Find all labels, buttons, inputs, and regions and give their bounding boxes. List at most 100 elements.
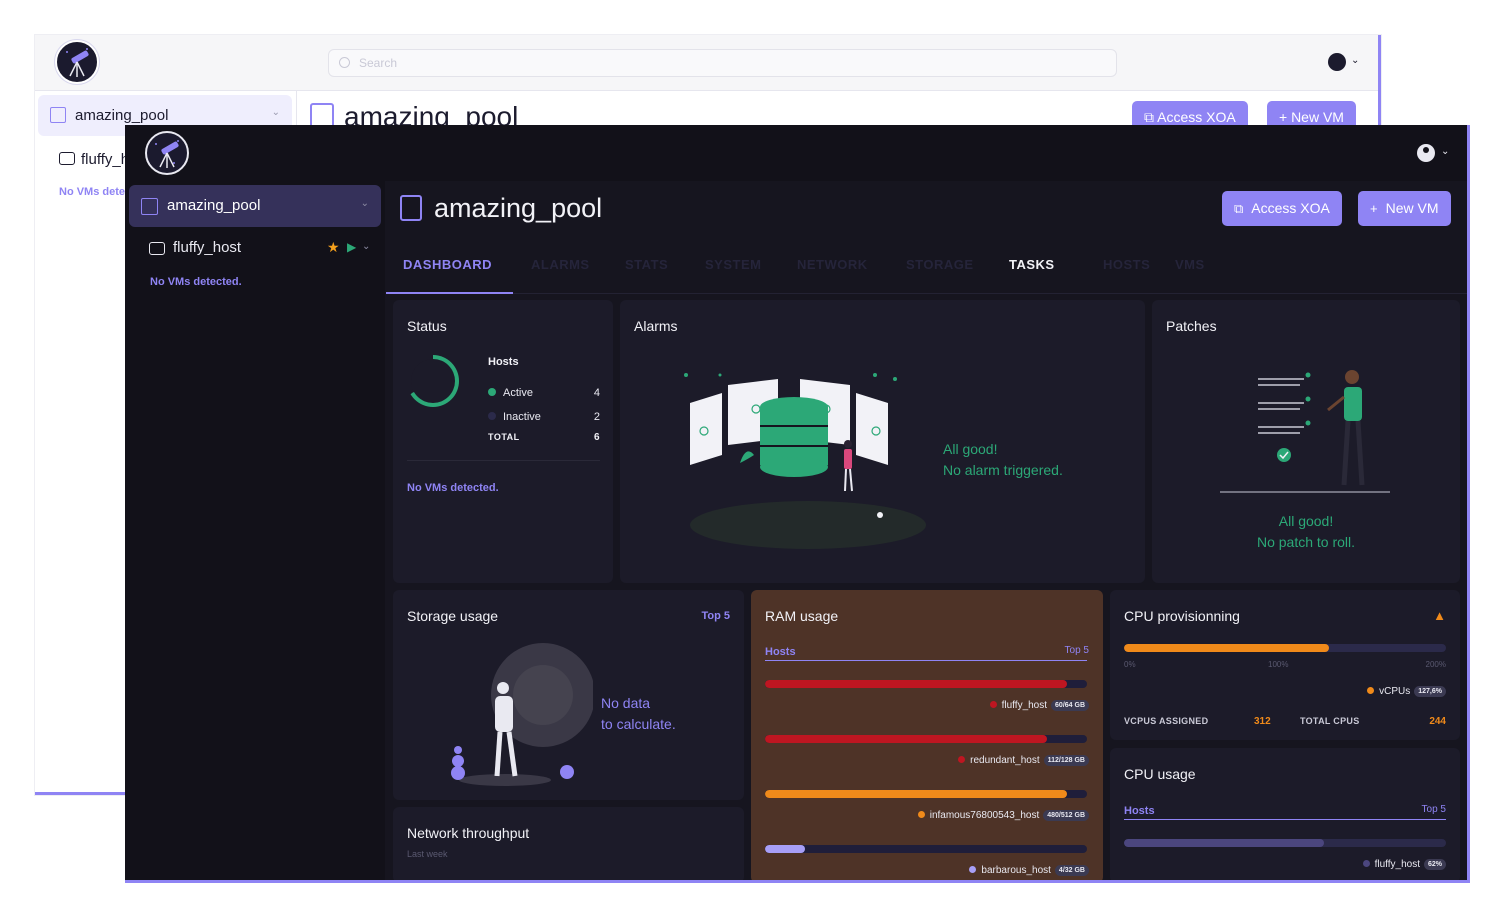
top5-link[interactable]: Top 5 [1065,645,1089,656]
search-placeholder: Search [359,56,398,70]
access-xoa-label: Access XOA [1251,200,1330,216]
top5-link[interactable]: Top 5 [701,610,730,622]
patches-illustration [1220,370,1390,493]
cpu-provisioning-card: CPU provisionning ▲ 0% 100% 200% vCPUs 12… [1110,590,1460,740]
total-cpus-label: TOTAL CPUS [1300,716,1360,726]
patches-card: Patches All good! No patch to roll. [1152,300,1460,583]
network-throughput-card: Network throughput Last week [393,807,744,880]
play-icon: ▶ [347,240,357,254]
search-icon [339,57,350,68]
account-menu[interactable]: ⌄ [1328,51,1364,75]
building-icon [400,195,422,221]
legend-value: 127,6% [1414,686,1446,697]
usage-bar-fill [1124,839,1324,847]
pool-tabs: DASHBOARD ALARMS STATS SYSTEM NETWORK ST… [386,245,1467,294]
tab-alarms[interactable]: ALARMS [531,257,590,272]
access-xoa-label: Access XOA [1157,109,1236,125]
no-vms-message: No VMs detected. [150,276,242,288]
card-title: Patches [1166,318,1217,334]
page-title-text: amazing_pool [434,193,603,223]
chevron-down-icon: ⌄ [360,198,369,209]
telescope-logo-icon[interactable] [145,131,189,175]
usage-bar [765,735,1087,743]
usage-bar-fill [765,735,1047,743]
alarms-ok-message: All good! No alarm triggered. [943,439,1063,481]
account-menu[interactable]: ⌄ [1417,143,1455,167]
legend-count: 2 [593,411,600,423]
server-icon [149,242,165,255]
usage-bar [1124,839,1446,847]
alarms-card: Alarms All good! No alarm triggered. [620,300,1145,583]
chevron-down-icon: ⌄ [271,107,280,118]
hosts-donut-chart [407,355,459,407]
vcpus-assigned-label: VCPUS ASSIGNED [1124,716,1209,726]
legend-dot [1362,860,1370,867]
card-title: Alarms [634,318,678,334]
dark-theme-window: ⌄ amazing_pool ⌄ fluffy_host ★ ▶ ⌄ No VM… [125,125,1470,883]
tab-storage[interactable]: STORAGE [906,257,974,272]
legend-value: 60/64 GB [1051,700,1089,711]
tab-stats[interactable]: STATS [625,257,668,272]
card-title: RAM usage [765,608,839,624]
legend-dot [488,388,496,396]
legend-label: Inactive [503,411,541,423]
tab-system[interactable]: SYSTEM [705,257,761,272]
storage-illustration [451,643,593,786]
legend-label: vCPUs [1379,686,1411,697]
usage-bar-fill [765,680,1067,688]
access-xoa-button[interactable]: ⧉ Access XOA [1222,191,1342,226]
telescope-logo-icon[interactable] [55,40,99,84]
axis-label: 100% [1268,660,1289,669]
axis-label: 200% [1425,660,1446,669]
hosts-heading: Hosts [1124,805,1155,817]
no-vms-message: No VMs detected. [407,482,499,494]
usage-legend: infamous76800543_host 480/512 GB [917,810,1089,821]
hosts-heading: Hosts [765,646,796,658]
tab-vms[interactable]: VMS [1175,257,1205,272]
external-link-icon: ⧉ [1144,109,1154,125]
tab-network[interactable]: NETWORK [797,257,868,272]
tab-tasks[interactable]: TASKS [1009,257,1055,272]
sidebar-item-host[interactable]: fluffy_host ★ ▶ ⌄ [149,239,375,261]
legend-label: Active [503,387,533,399]
card-title: Storage usage [407,608,499,624]
total-count: 6 [593,432,600,443]
external-link-icon: ⧉ [1234,201,1244,216]
user-icon [1417,144,1435,162]
tab-hosts[interactable]: HOSTS [1103,257,1150,272]
usage-bar-fill [765,790,1067,798]
storage-line1: No data [601,695,651,711]
page-title: amazing_pool [400,193,602,224]
legend-value: 62% [1423,859,1446,870]
usage-legend: barbarous_host 4/32 GB [969,865,1089,876]
search-input[interactable]: Search [328,49,1117,77]
legend-active: Active 4 [488,387,600,399]
patches-line2: No patch to roll. [1256,534,1356,550]
dark-header: ⌄ [125,125,1467,181]
total-label: TOTAL [488,432,520,442]
vcpu-progress-bar [1124,644,1446,652]
light-header: Search ⌄ [35,35,1378,91]
legend-inactive: Inactive 2 [488,411,600,423]
patches-ok-message: All good! No patch to roll. [1152,511,1460,553]
active-tab-indicator [386,292,513,294]
sidebar-item-pool[interactable]: amazing_pool ⌄ [129,185,381,227]
tab-dashboard[interactable]: DASHBOARD [403,257,492,272]
dark-sidebar: amazing_pool ⌄ fluffy_host ★ ▶ ⌄ No VMs … [125,181,385,880]
hosts-heading: Hosts [488,356,519,368]
usage-bar [765,845,1087,853]
top5-link[interactable]: Top 5 [1422,804,1446,815]
legend-dot [1367,687,1375,694]
new-vm-button[interactable]: + New VM [1358,191,1451,226]
building-icon [141,198,158,215]
host-label: fluffy_host [173,239,242,256]
legend-dot [969,866,977,873]
card-title: Network throughput [407,825,530,841]
storage-line2: to calculate. [601,716,676,732]
warning-icon: ▲ [1433,608,1446,623]
building-icon [50,107,66,123]
chevron-down-icon[interactable]: ⌄ [362,241,370,252]
legend-dot [989,701,997,708]
chevron-down-icon: ⌄ [1351,55,1360,66]
divider [407,460,600,461]
